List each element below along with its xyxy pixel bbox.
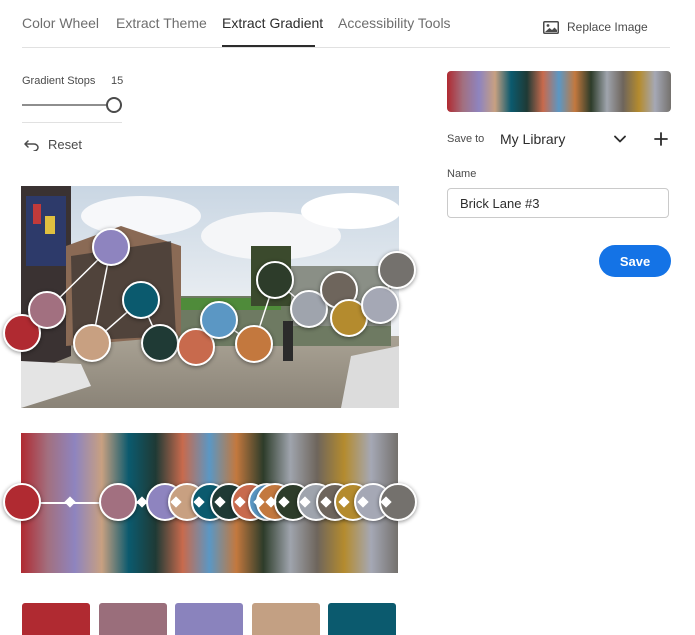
photo-color-picker[interactable] [28, 291, 66, 329]
photo-color-picker[interactable] [122, 281, 160, 319]
color-swatch[interactable] [22, 603, 90, 635]
color-swatch[interactable] [252, 603, 320, 635]
save-to-label: Save to [447, 133, 485, 145]
photo-color-picker[interactable] [200, 301, 238, 339]
gradient-stop-handle[interactable] [99, 483, 137, 521]
gradient-preview-bar [447, 71, 671, 112]
photo-color-picker[interactable] [378, 251, 416, 289]
photo-color-picker[interactable] [361, 286, 399, 324]
gradient-stop-handle[interactable] [3, 483, 41, 521]
library-dropdown[interactable]: My Library [500, 131, 626, 147]
color-swatch[interactable] [175, 603, 243, 635]
name-label: Name [447, 168, 477, 180]
photo-color-picker[interactable] [256, 261, 294, 299]
library-dropdown-value: My Library [500, 131, 566, 147]
chevron-down-icon [614, 135, 626, 143]
add-library-button[interactable] [654, 129, 668, 149]
photo-color-picker[interactable] [92, 228, 130, 266]
photo-color-picker[interactable] [141, 324, 179, 362]
color-swatch[interactable] [328, 603, 396, 635]
plus-icon [654, 132, 668, 146]
name-input[interactable] [447, 188, 669, 218]
photo-color-picker[interactable] [73, 324, 111, 362]
save-button[interactable]: Save [599, 245, 671, 277]
photo-color-picker[interactable] [235, 325, 273, 363]
color-swatch[interactable] [99, 603, 167, 635]
